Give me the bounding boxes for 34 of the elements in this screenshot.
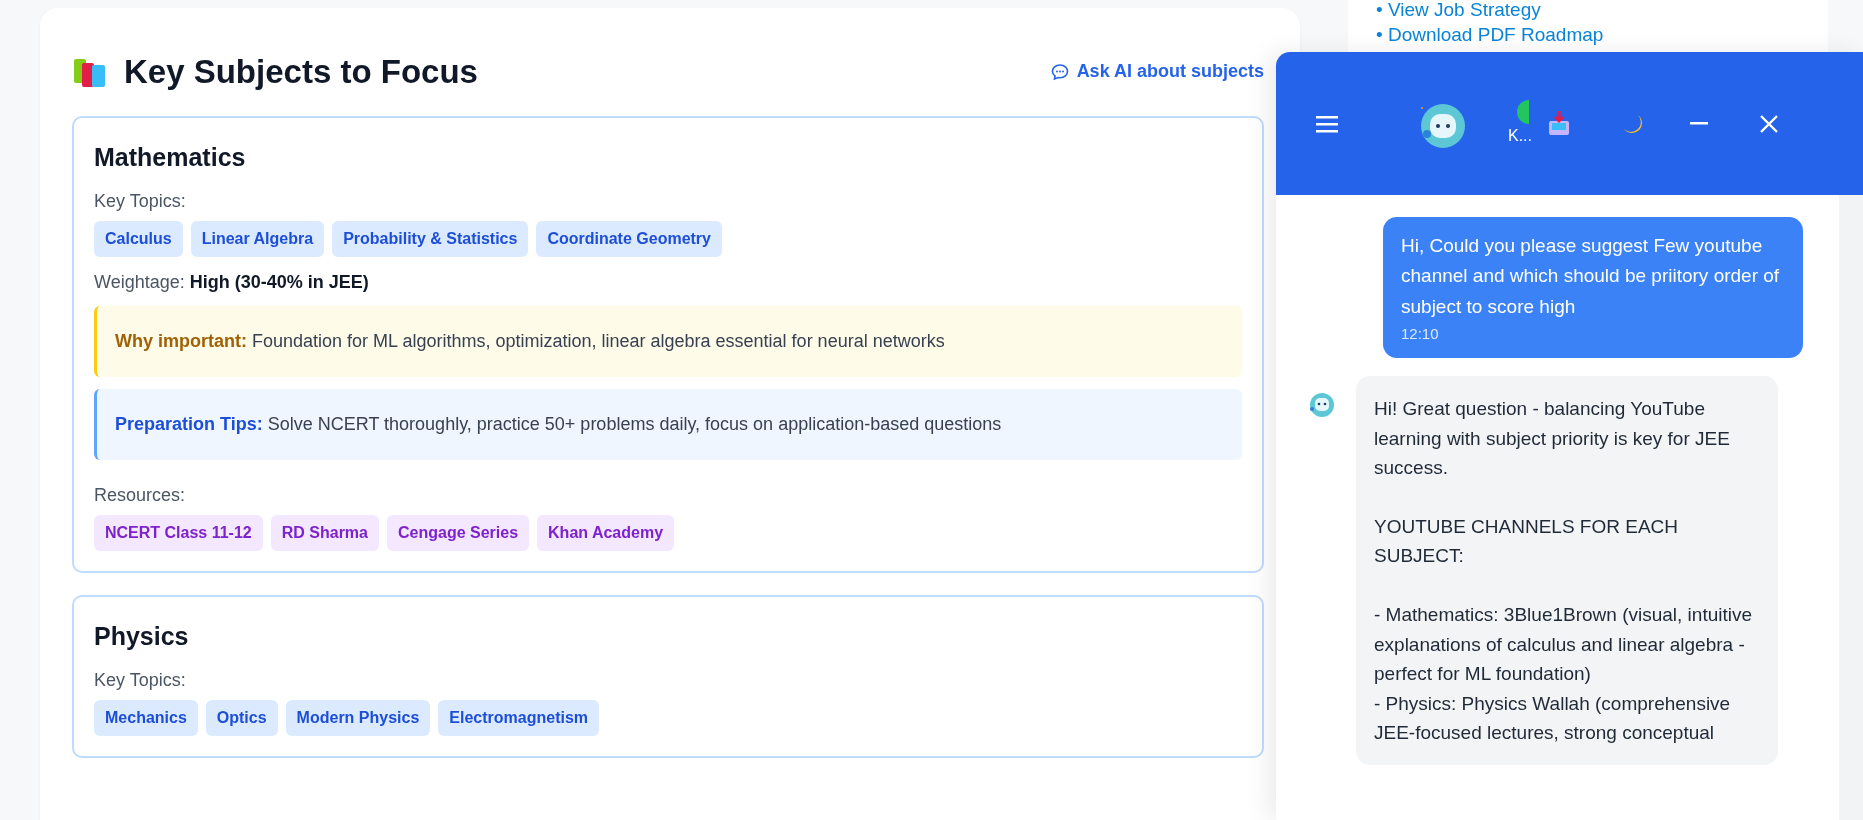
topic-tag: Calculus bbox=[94, 220, 183, 257]
resource-tag: RD Sharma bbox=[270, 514, 379, 551]
ask-ai-link[interactable]: Ask AI about subjects bbox=[1050, 58, 1264, 86]
tips-note: Preparation Tips: Solve NCERT thoroughly, practice 50+ problems daily, focus on application-based questions bbox=[94, 388, 1242, 460]
topic-tag: Linear Algebra bbox=[190, 220, 325, 257]
topic-tag: Probability & Statistics bbox=[332, 220, 529, 257]
weightage-text: Weightage: High (30-40% in JEE) bbox=[94, 270, 370, 294]
topics-label: Key Topics: bbox=[94, 668, 187, 692]
topic-tag: Coordinate Geometry bbox=[536, 220, 722, 257]
contact-name: K... bbox=[1508, 125, 1532, 146]
bot-message-bubble: Hi! Great question - balancing YouTube learning with subject priority is key for JEE success. YOUTUBE CHANNELS FOR EACH SUBJECT: - Mathematics: 3Blue1Brown (visual, intuitive explanations of calculus and linear algebra - perfect for ML foundation) - Physics: Physics Wallah (comprehensive JEE-focused lectures, strong conceptual bbox=[1356, 376, 1778, 766]
close-icon[interactable] bbox=[1760, 114, 1778, 133]
subject-name: Mathematics bbox=[94, 141, 247, 172]
message-time: 12:10 bbox=[1401, 324, 1440, 345]
topic-tag: Optics bbox=[205, 699, 278, 736]
subject-name: Physics bbox=[94, 620, 190, 651]
topics-label: Key Topics: bbox=[94, 189, 187, 213]
topic-tag: Electromagnetism bbox=[438, 699, 600, 736]
resources-label: Resources: bbox=[94, 483, 187, 507]
topic-tag: Mechanics bbox=[94, 699, 198, 736]
menu-icon[interactable] bbox=[1316, 114, 1338, 133]
importance-note: Why important: Foundation for ML algorithms, optimization, linear algebra essential for neural networks bbox=[94, 305, 1242, 377]
minimize-icon[interactable] bbox=[1690, 122, 1708, 125]
resource-tag: Khan Academy bbox=[537, 514, 675, 551]
side-link[interactable]: • View Job Strategy bbox=[1376, 0, 1541, 21]
resource-tag: NCERT Class 11-12 bbox=[94, 514, 263, 551]
side-link[interactable]: • Download PDF Roadmap bbox=[1376, 24, 1604, 46]
section-title: Key Subjects to Focus bbox=[124, 52, 478, 92]
message-text: Hi, Could you please suggest Few youtube channel and which should be priitory order of subject to score high bbox=[1401, 234, 1781, 319]
moon-icon[interactable] bbox=[1622, 112, 1644, 135]
resource-tag: Cengage Series bbox=[387, 514, 530, 551]
topic-tag: Modern Physics bbox=[285, 699, 431, 736]
chat-bubble-icon bbox=[1050, 62, 1069, 81]
inbox-download-icon[interactable] bbox=[1548, 110, 1570, 137]
